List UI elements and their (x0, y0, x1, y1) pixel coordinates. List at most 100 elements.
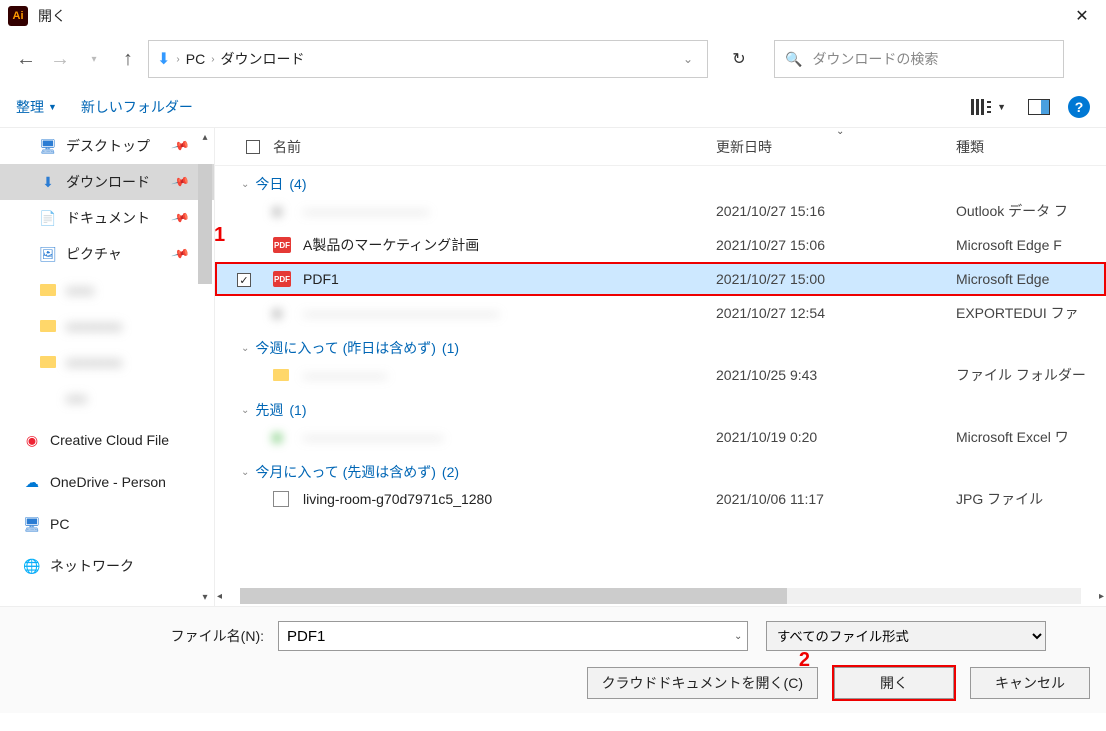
sidebar-label: PC (50, 516, 69, 532)
folder-icon (40, 356, 56, 368)
pc-icon: 🖥 (22, 516, 42, 533)
sidebar-item-folder[interactable]: xxxxxxxx (0, 344, 214, 380)
sidebar-label: OneDrive - Person (50, 474, 166, 490)
sidebar-item-pc[interactable]: 🖥 PC (0, 506, 214, 542)
sidebar-label: Creative Cloud File (50, 432, 169, 448)
separator-icon: › (176, 54, 179, 65)
organize-menu[interactable]: 整理 ▼ (16, 97, 57, 117)
sidebar-label: ドキュメント (66, 208, 150, 228)
file-row[interactable]: ■―――――――――2021/10/27 15:16Outlook データ フ (215, 194, 1106, 228)
pin-icon: 📌 (171, 244, 191, 264)
cancel-button[interactable]: キャンセル (970, 667, 1090, 699)
file-row[interactable]: ■――――――――――2021/10/19 0:20Microsoft Exce… (215, 420, 1106, 454)
column-name[interactable]: 名前 (273, 137, 716, 157)
preview-pane-button[interactable] (1024, 95, 1054, 119)
sidebar-item-folder[interactable]: xxx (0, 380, 214, 416)
select-all-checkbox[interactable] (246, 140, 260, 154)
pin-icon: 📌 (171, 136, 191, 156)
window-title: 開く (38, 6, 1066, 26)
caret-icon: ⌄ (241, 343, 249, 354)
onedrive-icon: ☁ (22, 474, 42, 491)
creative-cloud-icon: ◉ (22, 432, 42, 449)
open-button[interactable]: 開く (834, 667, 954, 699)
address-bar[interactable]: ⬇ › PC › ダウンロード ⌄ (148, 40, 708, 78)
sidebar-item-onedrive[interactable]: ☁ OneDrive - Person (0, 464, 214, 500)
dialog-footer: ファイル名(N): ⌄ すべてのファイル形式 2 クラウドドキュメントを開く(C… (0, 606, 1106, 713)
pictures-icon: 🖼 (38, 246, 58, 263)
sidebar-label: ネットワーク (50, 556, 134, 576)
caret-icon: ⌄ (241, 179, 249, 190)
pin-icon: 📌 (171, 172, 191, 192)
column-type[interactable]: 種類 (956, 137, 1106, 157)
desktop-icon: 🖥 (38, 138, 58, 155)
forward-button[interactable]: → (46, 45, 74, 73)
sidebar-item-creative-cloud[interactable]: ◉ Creative Cloud File (0, 422, 214, 458)
file-list-pane: 名前 更新日時⌄ 種類 1 ⌄ 今日 (4) ■―――――――――2021/10… (214, 128, 1106, 606)
pdf-icon: PDF (273, 237, 291, 253)
annotation-1: 1 (215, 224, 225, 247)
sidebar-scrollbar[interactable]: ▴ ▾ (196, 128, 214, 606)
file-type: Microsoft Edge (956, 271, 1106, 287)
folder-icon (40, 320, 56, 332)
documents-icon: 📄 (38, 210, 58, 227)
file-row[interactable]: ――――――2021/10/25 9:43ファイル フォルダー (215, 358, 1106, 392)
horizontal-scrollbar[interactable]: ◂ ▸ (215, 586, 1106, 606)
sidebar-item-downloads[interactable]: ⬇ ダウンロード 📌 (0, 164, 214, 200)
sidebar-label: ピクチャ (66, 244, 122, 264)
sidebar-item-folder[interactable]: xxxxxxxx (0, 308, 214, 344)
open-dialog: Ai 開く ✕ ← → ▾ ↑ ⬇ › PC › ダウンロード ⌄ ↻ 🔍 ダウ… (0, 0, 1106, 731)
navigation-bar: ← → ▾ ↑ ⬇ › PC › ダウンロード ⌄ ↻ 🔍 ダウンロードの検索 (0, 32, 1106, 86)
file-row[interactable]: ■――――――――――――――2021/10/27 12:54EXPORTEDU… (215, 296, 1106, 330)
separator-icon: › (211, 54, 214, 65)
pdf-icon: PDF (273, 271, 291, 287)
search-icon: 🔍 (785, 51, 802, 68)
search-placeholder: ダウンロードの検索 (812, 49, 938, 69)
toolbar: 整理 ▼ 新しいフォルダー ▼ ? (0, 86, 1106, 128)
help-button[interactable]: ? (1068, 96, 1090, 118)
file-row-selected[interactable]: ✓ PDF PDF1 2021/10/27 15:00 Microsoft Ed… (215, 262, 1106, 296)
file-name: PDF1 (303, 271, 716, 287)
sidebar-label: ダウンロード (66, 172, 150, 192)
back-button[interactable]: ← (12, 45, 40, 73)
refresh-button[interactable]: ↻ (720, 40, 758, 78)
filename-input[interactable] (278, 621, 748, 651)
search-field[interactable]: 🔍 ダウンロードの検索 (774, 40, 1064, 78)
view-mode-button[interactable]: ▼ (967, 95, 1010, 119)
close-button[interactable]: ✕ (1066, 0, 1098, 32)
illustrator-icon: Ai (8, 6, 28, 26)
sidebar-item-folder[interactable]: xxxx (0, 272, 214, 308)
folder-icon (40, 284, 56, 296)
file-row[interactable]: living-room-g70d7971c5_12802021/10/06 11… (215, 482, 1106, 516)
filetype-select[interactable]: すべてのファイル形式 (766, 621, 1046, 651)
folder-icon (273, 369, 289, 381)
sidebar: 🖥 デスクトップ 📌 ⬇ ダウンロード 📌 📄 ドキュメント 📌 🖼 ピクチャ … (0, 128, 214, 606)
group-today[interactable]: ⌄ 今日 (4) (215, 166, 1106, 194)
sidebar-item-desktop[interactable]: 🖥 デスクトップ 📌 (0, 128, 214, 164)
group-thisweek[interactable]: ⌄ 今週に入って (昨日は含めず) (1) (215, 330, 1106, 358)
network-icon: 🌐 (22, 558, 42, 575)
group-lastweek[interactable]: ⌄ 先週 (1) (215, 392, 1106, 420)
up-button[interactable]: ↑ (114, 45, 142, 73)
annotation-2: 2 (799, 649, 810, 672)
sidebar-label: デスクトップ (66, 136, 150, 156)
filename-dropdown[interactable]: ⌄ (734, 631, 748, 642)
address-dropdown[interactable]: ⌄ (683, 52, 699, 66)
crumb-downloads[interactable]: ダウンロード (221, 49, 305, 69)
open-cloud-button[interactable]: クラウドドキュメントを開く(C) (587, 667, 818, 699)
sidebar-item-pictures[interactable]: 🖼 ピクチャ 📌 (0, 236, 214, 272)
row-checkbox[interactable]: ✓ (237, 273, 251, 287)
pin-icon: 📌 (171, 208, 191, 228)
sidebar-item-documents[interactable]: 📄 ドキュメント 📌 (0, 200, 214, 236)
sidebar-item-network[interactable]: 🌐 ネットワーク (0, 548, 214, 584)
caret-icon: ⌄ (241, 467, 249, 478)
crumb-pc[interactable]: PC (186, 51, 205, 67)
filename-label: ファイル名(N): (16, 626, 270, 646)
sort-desc-icon: ⌄ (836, 128, 844, 137)
new-folder-button[interactable]: 新しいフォルダー (81, 97, 193, 117)
file-row[interactable]: PDFA製品のマーケティング計画2021/10/27 15:06Microsof… (215, 228, 1106, 262)
column-date[interactable]: 更新日時⌄ (716, 137, 956, 157)
downloads-icon: ⬇ (157, 49, 170, 69)
file-date: 2021/10/27 15:00 (716, 271, 956, 287)
group-thismonth[interactable]: ⌄ 今月に入って (先週は含めず) (2) (215, 454, 1106, 482)
history-dropdown[interactable]: ▾ (80, 45, 108, 73)
